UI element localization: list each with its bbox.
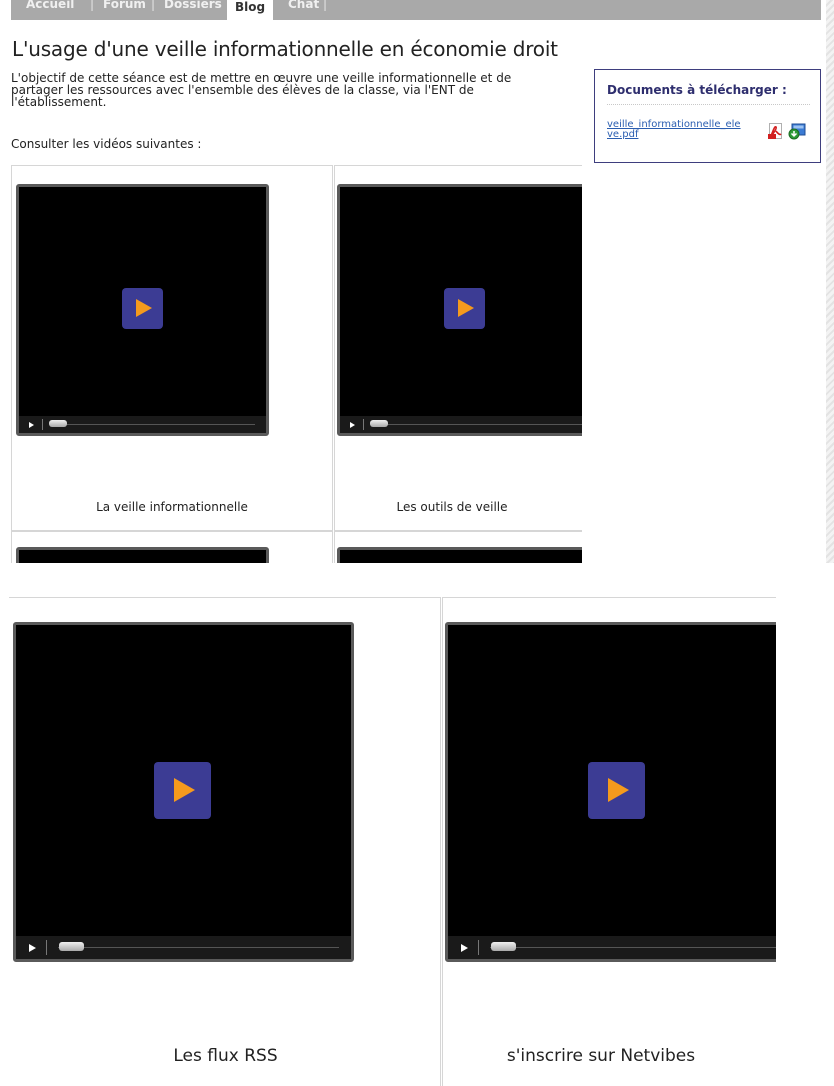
video-caption: La veille informationnelle xyxy=(96,500,248,514)
documents-box-divider xyxy=(607,104,810,105)
intro-paragraph: L'objectif de cette séance est de mettre… xyxy=(11,72,571,108)
progress-knob[interactable] xyxy=(370,420,388,427)
video-control-bar xyxy=(340,416,582,433)
progress-knob[interactable] xyxy=(49,420,67,427)
video-player[interactable] xyxy=(16,547,269,563)
nav-item-chat[interactable]: Chat xyxy=(288,0,319,13)
video-grid-zoomed: Les flux RSS s'inscrire sur Netvibes xyxy=(9,597,776,1086)
play-button[interactable] xyxy=(154,762,211,819)
video-cell: Les outils de veille xyxy=(334,165,582,531)
nav-separator: | xyxy=(151,0,156,11)
progress-knob[interactable] xyxy=(491,942,516,951)
documents-box-title: Documents à télécharger : xyxy=(607,83,787,97)
video-player[interactable] xyxy=(445,622,776,962)
video-cell: Les flux RSS xyxy=(9,597,441,1086)
play-icon xyxy=(174,778,195,802)
panel-gap xyxy=(0,563,834,597)
progress-track[interactable] xyxy=(58,947,339,948)
control-separator xyxy=(46,940,47,955)
control-play-icon[interactable] xyxy=(461,944,468,952)
play-button[interactable] xyxy=(444,288,485,329)
progress-track[interactable] xyxy=(371,424,582,425)
zoomed-screenshot-panel: Les flux RSS s'inscrire sur Netvibes xyxy=(0,597,834,1086)
video-player[interactable] xyxy=(337,184,582,436)
download-icon[interactable] xyxy=(788,123,806,140)
document-link[interactable]: veille_informationnelle_ele ve.pdf xyxy=(607,120,757,140)
consult-videos-label: Consulter les vidéos suivantes : xyxy=(11,137,202,151)
video-grid: La veille informationnelle Les outils de… xyxy=(11,163,582,563)
main-nav-bar: Accueil | Forum | Dossiers Blog Chat | xyxy=(11,0,821,20)
video-caption: Les flux RSS xyxy=(173,1046,278,1066)
nav-separator: | xyxy=(323,0,328,11)
progress-track[interactable] xyxy=(490,947,776,948)
video-player[interactable] xyxy=(13,622,354,962)
control-play-icon[interactable] xyxy=(350,422,355,428)
video-player[interactable] xyxy=(337,547,582,563)
play-icon xyxy=(136,299,152,317)
video-cell xyxy=(11,531,333,563)
video-player[interactable] xyxy=(16,184,269,436)
page-title: L'usage d'une veille informationnelle en… xyxy=(12,37,558,61)
top-screenshot-panel: Accueil | Forum | Dossiers Blog Chat | L… xyxy=(0,0,834,563)
pdf-icon[interactable] xyxy=(768,123,784,140)
progress-knob[interactable] xyxy=(59,942,84,951)
video-cell xyxy=(334,531,582,563)
control-separator xyxy=(478,940,479,955)
control-separator xyxy=(363,419,364,430)
nav-separator: | xyxy=(90,0,95,11)
nav-item-blog[interactable]: Blog xyxy=(227,0,274,20)
control-separator xyxy=(42,419,43,430)
intro-line: l'établissement. xyxy=(11,95,107,109)
play-icon xyxy=(458,299,474,317)
nav-item-forum[interactable]: Forum xyxy=(103,0,146,13)
nav-item-dossiers[interactable]: Dossiers xyxy=(164,0,222,13)
video-caption: s'inscrire sur Netvibes xyxy=(506,1046,696,1066)
video-control-bar xyxy=(448,936,776,959)
video-cell: s'inscrire sur Netvibes xyxy=(442,597,776,1086)
nav-item-accueil[interactable]: Accueil xyxy=(26,0,74,13)
video-control-bar xyxy=(16,936,351,959)
play-button[interactable] xyxy=(122,288,163,329)
play-icon xyxy=(608,778,629,802)
progress-track[interactable] xyxy=(50,424,255,425)
documents-download-box: Documents à télécharger : veille_informa… xyxy=(594,69,821,163)
document-link-line[interactable]: ve.pdf xyxy=(607,130,757,140)
video-control-bar xyxy=(19,416,266,433)
control-play-icon[interactable] xyxy=(29,944,36,952)
video-cell: La veille informationnelle xyxy=(11,165,333,531)
page-scroll-strip[interactable] xyxy=(826,0,834,563)
control-play-icon[interactable] xyxy=(29,422,34,428)
video-caption: Les outils de veille xyxy=(396,500,508,514)
play-button[interactable] xyxy=(588,762,645,819)
